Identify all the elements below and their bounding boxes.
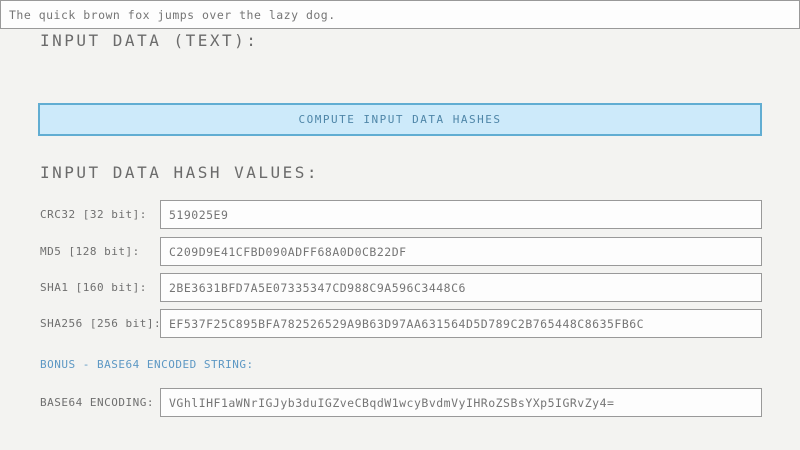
base64-row: BASE64 ENCODING:	[38, 388, 762, 417]
sha256-label: SHA256 [256 bit]:	[40, 317, 161, 330]
sha1-field-wrap	[160, 273, 762, 302]
input-data-field-wrap	[0, 0, 724, 30]
base64-value-field[interactable]	[160, 388, 762, 417]
input-data-field[interactable]	[0, 0, 800, 29]
hash-row-sha1: SHA1 [160 bit]:	[38, 273, 762, 302]
base64-label: BASE64 ENCODING:	[40, 396, 154, 409]
hash-values-heading: INPUT DATA HASH VALUES:	[40, 163, 319, 182]
input-data-heading: INPUT DATA (TEXT):	[40, 31, 258, 50]
hash-row-sha256: SHA256 [256 bit]:	[38, 309, 762, 338]
hash-row-crc32: CRC32 [32 bit]:	[38, 200, 762, 229]
sha256-field-wrap	[160, 309, 762, 338]
crc32-value-field[interactable]	[160, 200, 762, 229]
compute-hashes-button[interactable]: COMPUTE INPUT DATA HASHES	[38, 103, 762, 136]
md5-value-field[interactable]	[160, 237, 762, 266]
md5-label: MD5 [128 bit]:	[40, 245, 140, 258]
md5-field-wrap	[160, 237, 762, 266]
sha1-label: SHA1 [160 bit]:	[40, 281, 147, 294]
sha256-value-field[interactable]	[160, 309, 762, 338]
page-background: { "input_section": { "heading": "INPUT D…	[0, 0, 800, 450]
sha1-value-field[interactable]	[160, 273, 762, 302]
crc32-field-wrap	[160, 200, 762, 229]
hash-row-md5: MD5 [128 bit]:	[38, 237, 762, 266]
base64-field-wrap	[160, 388, 762, 417]
bonus-base64-heading: BONUS - BASE64 ENCODED STRING:	[40, 358, 254, 371]
crc32-label: CRC32 [32 bit]:	[40, 208, 147, 221]
